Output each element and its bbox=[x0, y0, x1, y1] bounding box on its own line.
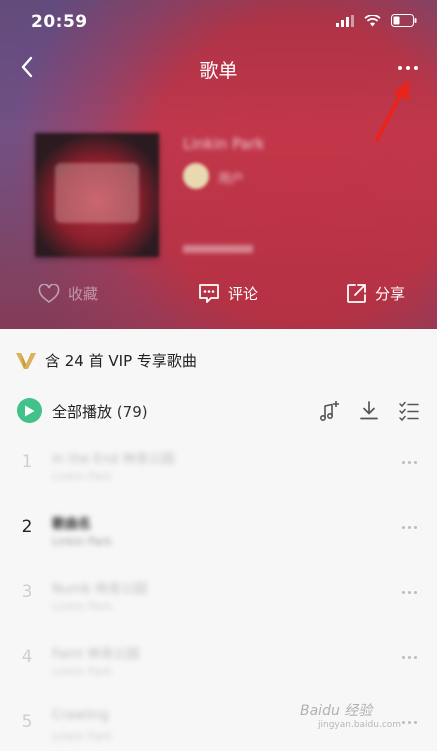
song-count: (79) bbox=[116, 403, 148, 421]
song-title: In the End 林肯公园 bbox=[52, 452, 175, 467]
song-title: Crawling bbox=[52, 708, 109, 723]
heart-icon bbox=[38, 283, 60, 303]
song-title: 歌曲名 bbox=[52, 517, 92, 532]
song-row[interactable]: 3 Numb 林肯公园 Linkin Park bbox=[0, 564, 437, 629]
signal-icon bbox=[336, 14, 354, 27]
collect-button[interactable]: 收藏 bbox=[38, 283, 98, 304]
play-all-button[interactable] bbox=[17, 398, 42, 423]
song-list-panel: 含 24 首 VIP 专享歌曲 全部播放 (79) 1 In the End 林… bbox=[0, 329, 437, 751]
annotation-arrow-icon bbox=[375, 80, 409, 142]
playlist-cover-image[interactable] bbox=[35, 133, 159, 257]
watermark-url: jingyan.baidu.com bbox=[318, 720, 402, 730]
song-index: 5 bbox=[21, 712, 33, 732]
song-artist: Linkin Park bbox=[52, 470, 112, 483]
status-bar: 20:59 bbox=[0, 0, 437, 44]
comment-label: 评论 bbox=[228, 285, 259, 303]
playlist-description[interactable] bbox=[183, 245, 253, 253]
wifi-icon bbox=[364, 14, 381, 26]
share-icon bbox=[347, 284, 366, 303]
song-row[interactable]: 1 In the End 林肯公园 Linkin Park bbox=[0, 434, 437, 499]
more-dot-icon bbox=[406, 66, 410, 70]
download-icon[interactable] bbox=[357, 399, 381, 423]
song-artist: Linkin Park bbox=[52, 600, 112, 613]
song-artist: Linkin Park bbox=[52, 730, 112, 743]
play-all-row: 全部播放 (79) bbox=[0, 397, 437, 427]
watermark: Baidu 经验 jingyan.baidu.com bbox=[300, 700, 401, 730]
song-more-button[interactable] bbox=[402, 591, 417, 594]
playlist-header: 20:59 歌单 Linkin Park 用户 收藏 评论 分享 bbox=[0, 0, 437, 329]
share-label: 分享 bbox=[375, 285, 406, 303]
battery-icon bbox=[391, 14, 417, 27]
comment-icon bbox=[199, 284, 219, 303]
song-more-button[interactable] bbox=[402, 656, 417, 659]
cover-artwork bbox=[55, 163, 139, 223]
share-button[interactable]: 分享 bbox=[346, 283, 405, 304]
song-index: 4 bbox=[21, 647, 33, 667]
song-more-button[interactable] bbox=[402, 461, 417, 464]
song-row[interactable]: 4 Faint 林肯公园 Linkin Park bbox=[0, 629, 437, 694]
play-all-label[interactable]: 全部播放 (79) bbox=[52, 401, 148, 422]
song-index: 3 bbox=[21, 582, 33, 602]
more-dot-icon bbox=[414, 66, 418, 70]
play-icon bbox=[25, 405, 35, 416]
song-artist: Linkin Park bbox=[52, 665, 112, 678]
song-row[interactable]: 2 歌曲名 Linkin Park bbox=[0, 499, 437, 564]
song-title: Numb 林肯公园 bbox=[52, 582, 148, 597]
song-artist: Linkin Park bbox=[52, 535, 112, 548]
action-bar: 收藏 评论 分享 bbox=[0, 283, 437, 313]
playlist-title: Linkin Park bbox=[183, 135, 265, 153]
add-to-playlist-icon[interactable] bbox=[317, 399, 341, 423]
avatar[interactable] bbox=[183, 163, 209, 189]
song-index: 2 bbox=[21, 517, 33, 537]
more-dot-icon bbox=[398, 66, 402, 70]
song-index: 1 bbox=[21, 452, 33, 472]
multi-select-icon[interactable] bbox=[397, 399, 421, 423]
play-all-text: 全部播放 bbox=[52, 403, 113, 421]
vip-notice[interactable]: 含 24 首 VIP 专享歌曲 bbox=[15, 350, 197, 371]
song-more-button[interactable] bbox=[402, 526, 417, 529]
watermark-brand: Baidu 经验 bbox=[300, 703, 373, 719]
vip-notice-text: 含 24 首 VIP 专享歌曲 bbox=[45, 352, 197, 370]
song-title: Faint 林肯公园 bbox=[52, 647, 140, 662]
comment-button[interactable]: 评论 bbox=[198, 283, 258, 304]
status-icons bbox=[336, 14, 417, 27]
playlist-author[interactable]: 用户 bbox=[218, 168, 244, 187]
status-time: 20:59 bbox=[31, 12, 88, 32]
vip-badge-icon bbox=[16, 352, 36, 369]
song-more-button[interactable] bbox=[402, 721, 417, 724]
collect-label: 收藏 bbox=[68, 285, 99, 303]
